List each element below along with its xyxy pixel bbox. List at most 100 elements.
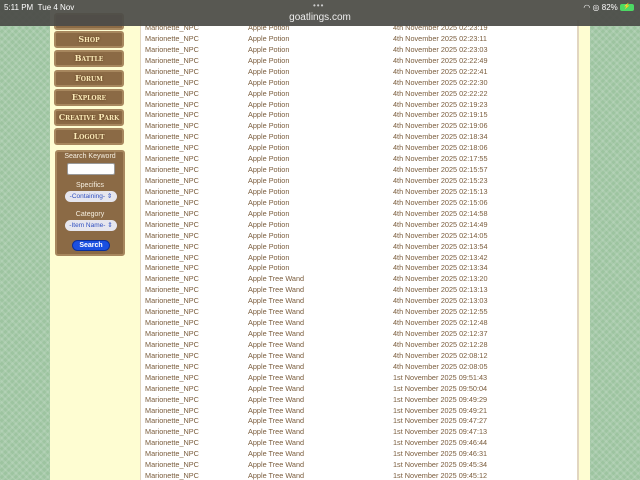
cell-date: 4th November 2025 02:13:34: [393, 263, 488, 273]
cell-date: 4th November 2025 02:13:42: [393, 252, 488, 262]
cell-item: Apple Tree Wand: [248, 274, 305, 284]
table-row: Marionette_NPC Apple Tree Wand 4th Novembe…: [145, 351, 575, 362]
battery-icon: ⚡: [620, 4, 634, 12]
cell-date: 1st November 2025 09:46:31: [393, 449, 488, 459]
cell-date: 4th November 2025 02:12:48: [393, 318, 488, 328]
table-row: Marionette_NPC Apple Potion 4th November 2…: [145, 231, 575, 242]
category-label: Category: [75, 211, 105, 218]
cell-date: 4th November 2025 02:23:03: [393, 44, 488, 54]
cell-user: Marionette_NPC: [145, 449, 199, 459]
cell-user: Marionette_NPC: [145, 285, 199, 295]
cell-item: Apple Tree Wand: [248, 339, 305, 349]
cell-user: Marionette_NPC: [145, 460, 199, 470]
cell-user: Marionette_NPC: [145, 219, 199, 229]
cell-item: Apple Potion: [248, 66, 290, 76]
table-row: Marionette_NPC Apple Potion 4th November 2…: [145, 198, 575, 209]
cell-date: 4th November 2025 02:13:03: [393, 296, 488, 306]
category-select[interactable]: -Item Name- ⇕: [65, 220, 117, 231]
cell-date: 4th November 2025 02:19:15: [393, 110, 488, 120]
cell-item: Apple Potion: [248, 263, 290, 273]
specifics-label: Specifics: [75, 182, 104, 189]
cell-item: Apple Potion: [248, 88, 290, 98]
cell-item: Apple Tree Wand: [248, 383, 305, 393]
cell-user: Marionette_NPC: [145, 405, 199, 415]
cell-date: 4th November 2025 02:14:49: [393, 219, 488, 229]
search-button[interactable]: Search: [72, 240, 110, 251]
cell-item: Apple Potion: [248, 55, 290, 65]
cell-item: Apple Tree Wand: [248, 405, 305, 415]
table-row: Marionette_NPC Apple Potion 4th November 2…: [145, 154, 575, 165]
table-row: Marionette_NPC Apple Tree Wand 1st Novembe…: [145, 384, 575, 395]
cell-user: Marionette_NPC: [145, 372, 199, 382]
cell-item: Apple Tree Wand: [248, 329, 305, 339]
cell-date: 4th November 2025 02:22:41: [393, 66, 488, 76]
cell-date: 4th November 2025 02:12:28: [393, 339, 488, 349]
cell-date: 4th November 2025 02:15:23: [393, 176, 488, 186]
status-bar: 5:11 PM Tue 4 Nov ••• goatlings.com ◠ ◎ …: [0, 0, 640, 26]
cell-user: Marionette_NPC: [145, 132, 199, 142]
cell-date: 4th November 2025 02:08:05: [393, 361, 488, 371]
table-row: Marionette_NPC Apple Tree Wand 1st Novembe…: [145, 460, 575, 471]
cell-item: Apple Tree Wand: [248, 460, 305, 470]
cell-date: 4th November 2025 02:13:13: [393, 285, 488, 295]
cell-user: Marionette_NPC: [145, 438, 199, 448]
cell-user: Marionette_NPC: [145, 77, 199, 87]
cell-date: 4th November 2025 02:22:30: [393, 77, 488, 87]
cell-date: 4th November 2025 02:13:20: [393, 274, 488, 284]
cell-item: Apple Potion: [248, 77, 290, 87]
cell-user: Marionette_NPC: [145, 416, 199, 426]
nav-button-explore[interactable]: Explore: [54, 89, 124, 107]
nav-button-shop[interactable]: Shop: [54, 31, 124, 48]
cell-date: 1st November 2025 09:46:44: [393, 438, 488, 448]
cell-date: 1st November 2025 09:50:04: [393, 383, 488, 393]
url-bar[interactable]: goatlings.com: [0, 12, 640, 23]
cell-date: 4th November 2025 02:15:13: [393, 186, 488, 196]
select-arrows-icon: ⇕: [107, 222, 113, 229]
cell-item: Apple Tree Wand: [248, 307, 305, 317]
date: Tue 4 Nov: [37, 3, 75, 12]
table-row: Marionette_NPC Apple Tree Wand 4th Novembe…: [145, 340, 575, 351]
cell-user: Marionette_NPC: [145, 88, 199, 98]
cell-item: Apple Potion: [248, 143, 290, 153]
cell-item: Apple Tree Wand: [248, 449, 305, 459]
cell-item: Apple Tree Wand: [248, 318, 305, 328]
table-row: Marionette_NPC Apple Potion 4th November 2…: [145, 78, 575, 89]
table-row: Marionette_NPC Apple Tree Wand 1st Novembe…: [145, 406, 575, 417]
cell-user: Marionette_NPC: [145, 318, 199, 328]
cell-date: 4th November 2025 02:19:23: [393, 99, 488, 109]
table-row: Marionette_NPC Apple Potion 4th November 2…: [145, 253, 575, 264]
more-dots-icon[interactable]: •••: [313, 1, 324, 10]
cell-date: 4th November 2025 02:14:05: [393, 230, 488, 240]
table-row: Marionette_NPC Apple Tree Wand 1st Novembe…: [145, 449, 575, 460]
table-row: Marionette_NPC Apple Potion 4th November 2…: [145, 220, 575, 231]
lock-rotation-icon: ◎: [592, 3, 600, 12]
nav-button-forum[interactable]: Forum: [54, 69, 124, 87]
cell-date: 4th November 2025 02:12:55: [393, 307, 488, 317]
cell-item: Apple Tree Wand: [248, 285, 305, 295]
category-value: -Item Name-: [69, 222, 106, 229]
cell-user: Marionette_NPC: [145, 361, 199, 371]
nav-button-logout[interactable]: Logout: [54, 128, 124, 145]
table-row: Marionette_NPC Apple Potion 4th November 2…: [145, 242, 575, 253]
cell-user: Marionette_NPC: [145, 350, 199, 360]
cell-user: Marionette_NPC: [145, 55, 199, 65]
nav-button-battle[interactable]: Battle: [54, 50, 124, 68]
cell-item: Apple Potion: [248, 186, 290, 196]
cell-date: 1st November 2025 09:47:27: [393, 416, 488, 426]
table-row: Marionette_NPC Apple Tree Wand 4th Novembe…: [145, 307, 575, 318]
cell-item: Apple Tree Wand: [248, 350, 305, 360]
cell-date: 4th November 2025 02:22:49: [393, 55, 488, 65]
cell-user: Marionette_NPC: [145, 176, 199, 186]
specifics-select[interactable]: -Containing- ⇕: [65, 191, 117, 202]
cell-item: Apple Potion: [248, 110, 290, 120]
table-row: Marionette_NPC Apple Tree Wand 4th Novembe…: [145, 285, 575, 296]
cell-item: Apple Tree Wand: [248, 427, 305, 437]
search-keyword-input[interactable]: [67, 163, 115, 175]
cell-item: Apple Potion: [248, 176, 290, 186]
cell-user: Marionette_NPC: [145, 339, 199, 349]
cell-item: Apple Potion: [248, 252, 290, 262]
table-row: Marionette_NPC Apple Tree Wand 4th Novembe…: [145, 362, 575, 373]
cell-date: 1st November 2025 09:49:21: [393, 405, 488, 415]
nav-button-creative-park[interactable]: Creative Park: [54, 108, 124, 126]
cell-date: 4th November 2025 02:19:06: [393, 121, 488, 131]
